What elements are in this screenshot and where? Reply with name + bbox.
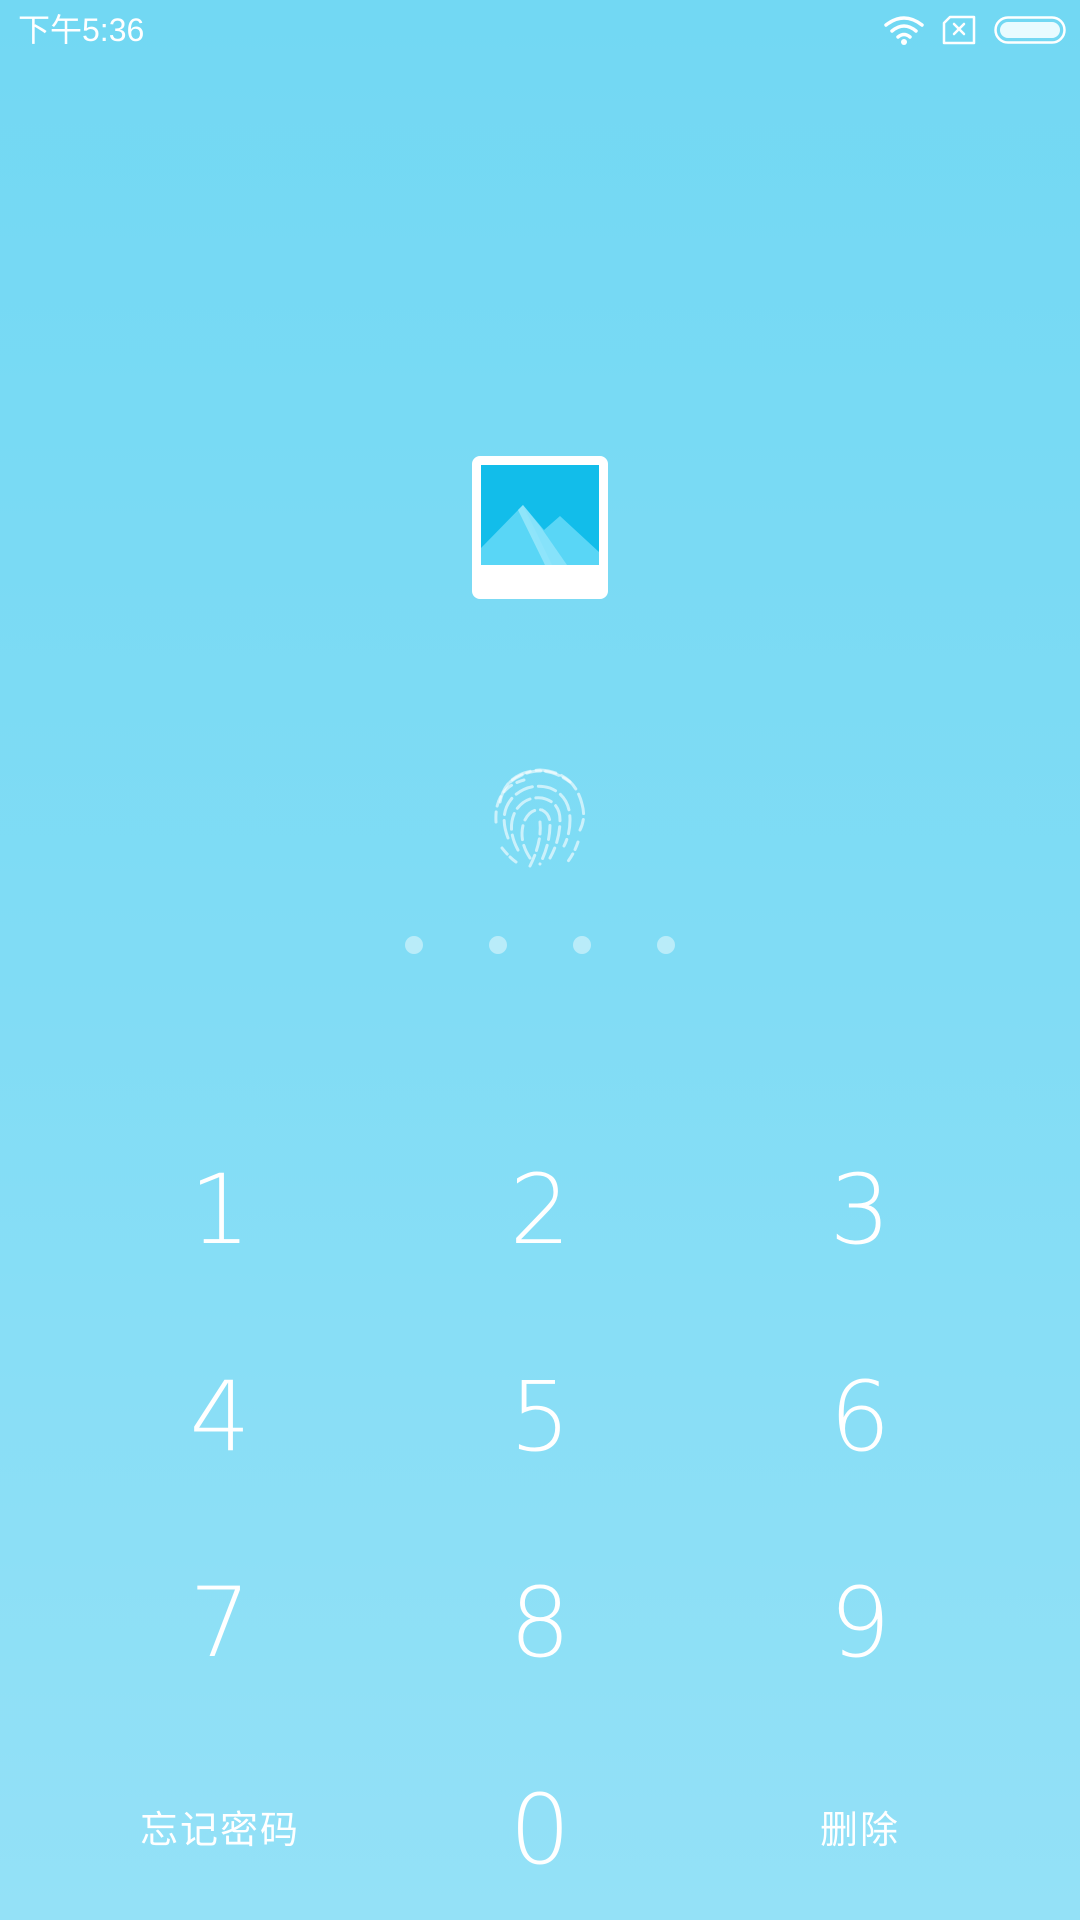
key-label: 6 bbox=[829, 1361, 891, 1473]
key-label: 1 bbox=[189, 1154, 251, 1266]
key-6[interactable]: 6 bbox=[740, 1337, 980, 1497]
key-label: 8 bbox=[509, 1567, 571, 1679]
key-label: 5 bbox=[509, 1361, 571, 1473]
delete-label: 删除 bbox=[819, 1807, 900, 1852]
forgot-password-label: 忘记密码 bbox=[139, 1807, 300, 1852]
key-label: 7 bbox=[189, 1567, 251, 1679]
key-3[interactable]: 3 bbox=[740, 1130, 980, 1290]
key-9[interactable]: 9 bbox=[740, 1543, 980, 1703]
key-4[interactable]: 4 bbox=[100, 1337, 340, 1497]
key-1[interactable]: 1 bbox=[100, 1130, 340, 1290]
key-label: 2 bbox=[509, 1154, 571, 1266]
key-2[interactable]: 2 bbox=[420, 1130, 660, 1290]
key-label: 9 bbox=[829, 1567, 891, 1679]
keypad: 1 2 3 4 5 6 7 8 9 忘记密码 0 删除 bbox=[0, 0, 1080, 1920]
key-label: 4 bbox=[189, 1361, 251, 1473]
key-label: 3 bbox=[829, 1154, 891, 1266]
key-7[interactable]: 7 bbox=[100, 1543, 340, 1703]
delete-button[interactable]: 删除 bbox=[740, 1746, 980, 1906]
forgot-password-button[interactable]: 忘记密码 bbox=[100, 1746, 340, 1906]
key-label: 0 bbox=[509, 1774, 571, 1886]
key-8[interactable]: 8 bbox=[420, 1543, 660, 1703]
key-0[interactable]: 0 bbox=[420, 1750, 660, 1910]
key-5[interactable]: 5 bbox=[420, 1337, 660, 1497]
